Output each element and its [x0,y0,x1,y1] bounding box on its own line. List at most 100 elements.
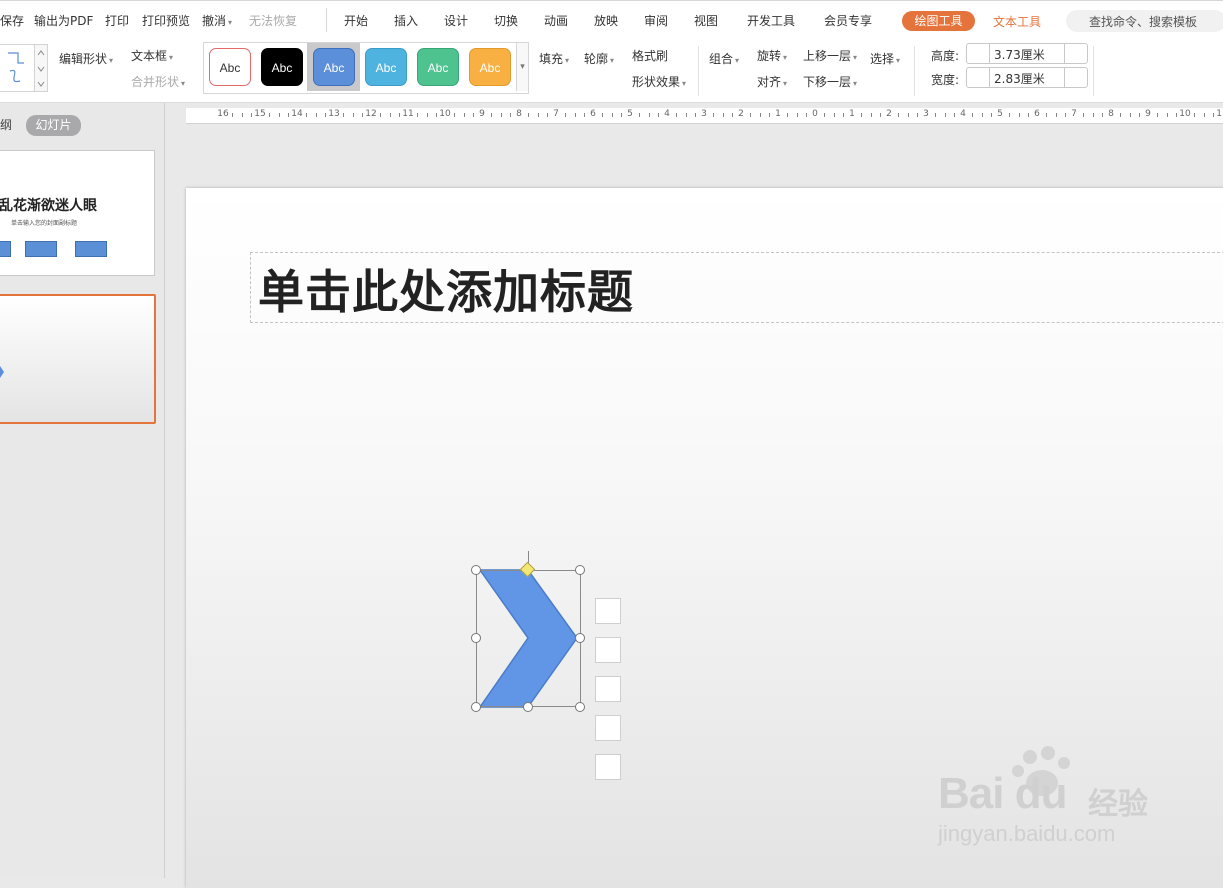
ruler-tick [352,113,354,117]
ruler-label: 3 [923,109,929,119]
quick-action-button[interactable] [595,637,621,663]
ruler-tick [768,113,770,117]
resize-handle-top-left[interactable] [471,565,481,575]
height-increment[interactable] [1064,44,1065,63]
ruler-tick [870,113,872,117]
ruler-tick [398,113,400,117]
tab-view[interactable]: 视图 [694,13,718,29]
ruler-tick [731,113,733,117]
style-preset-2[interactable]: Abc [261,48,303,86]
ruler-label: 9 [479,109,485,119]
tab-member[interactable]: 会员专享 [824,13,872,29]
edit-shape-button[interactable]: 编辑形状 ▾ [59,50,113,67]
watermark-jingyan: 经验 [1088,787,1148,822]
ruler-tick [546,113,548,117]
thumbnail-3d-box [25,241,57,257]
format-painter-button[interactable]: 格式刷 [632,47,668,64]
group-button[interactable]: 组合 ▾ [709,50,739,67]
tab-slides[interactable]: 幻灯片 [26,115,81,136]
export-pdf-button[interactable]: 输出为PDF [34,13,93,29]
redo-button[interactable]: 无法恢复 [249,13,297,29]
tab-home[interactable]: 开始 [344,13,368,29]
ruler-tick [676,113,678,117]
tab-text-tools[interactable]: 文本工具 [993,13,1041,30]
ruler-tick [1083,113,1085,117]
tab-review[interactable]: 审阅 [644,13,668,29]
send-backward-button[interactable]: 下移一层 ▾ [803,73,857,90]
ruler-tick [583,113,585,117]
resize-handle-left[interactable] [471,633,481,643]
merge-shape-button[interactable]: 合并形状 ▾ [131,73,185,90]
horizontal-ruler[interactable]: 1615141312111098765432101234567891011 [186,108,1223,124]
print-preview-button[interactable]: 打印预览 [142,13,190,29]
quick-action-button[interactable] [595,676,621,702]
quick-action-button[interactable] [595,715,621,741]
outline-button[interactable]: 轮廓 ▾ [584,50,614,67]
tab-animation[interactable]: 动画 [544,13,568,29]
gallery-more-icon[interactable]: ▾ [516,43,528,91]
bring-forward-button[interactable]: 上移一层 ▾ [803,47,857,64]
width-increment[interactable] [1064,68,1065,87]
ruler-tick [1120,113,1122,117]
width-decrement[interactable] [989,68,990,87]
tab-design[interactable]: 设计 [444,13,468,29]
ruler-label: 1 [849,109,855,119]
resize-handle-bottom-left[interactable] [471,702,481,712]
chevron-down-icon: ▾ [228,18,233,27]
ruler-label: 4 [664,109,670,119]
ruler-tick [472,113,474,117]
ruler-tick [1101,113,1103,117]
fill-button[interactable]: 填充 ▾ [539,50,569,67]
shape-gallery-scroll[interactable] [34,44,48,92]
style-preset-1[interactable]: Abc [209,48,251,86]
quick-action-button[interactable] [595,598,621,624]
tab-drawing-tools[interactable]: 绘图工具 [902,11,975,31]
resize-handle-right[interactable] [575,633,585,643]
ruler-tick [1009,113,1011,117]
slide-thumbnail-1[interactable]: 乱花渐欲迷人眼 单击输入您的封面副标题 [0,150,155,276]
shape-gallery-mini[interactable] [0,44,35,92]
thumbnail-chevron-shape [0,366,4,378]
ruler-tick [1175,113,1177,117]
style-preset-5[interactable]: Abc [417,48,459,86]
chevron-down-icon: ▾ [682,79,687,88]
undo-button[interactable]: 撤消 ▾ [202,13,232,29]
resize-handle-top-right[interactable] [575,565,585,575]
tab-transition[interactable]: 切换 [494,13,518,29]
style-preset-3[interactable]: Abc [313,48,355,86]
ruler-label: 11 [402,109,414,119]
chevron-down-icon: ▾ [565,56,570,65]
chevron-down-icon: ▾ [896,56,901,65]
rotate-button[interactable]: 旋转 ▾ [757,47,787,64]
ruler-tick [685,113,687,117]
ruler-tick [232,113,234,117]
ruler-tick [1055,113,1057,117]
tab-developer[interactable]: 开发工具 [747,13,795,29]
align-button[interactable]: 对齐 ▾ [757,73,787,90]
style-preset-4[interactable]: Abc [365,48,407,86]
tab-slideshow[interactable]: 放映 [594,13,618,29]
ruler-tick [1203,113,1205,117]
height-field[interactable]: 3.73厘米 [966,43,1088,64]
height-decrement[interactable] [989,44,990,63]
width-field[interactable]: 2.83厘米 [966,67,1088,88]
style-preset-6[interactable]: Abc [469,48,511,86]
slide-thumbnail-2[interactable] [0,294,156,424]
ruler-tick [306,113,308,117]
print-button[interactable]: 打印 [105,13,129,29]
ruler-tick [953,113,955,117]
save-button[interactable]: 保存 [0,13,24,29]
quick-action-button[interactable] [595,754,621,780]
tab-outline[interactable]: 纲 [0,116,12,133]
resize-handle-bottom[interactable] [523,702,533,712]
shape-effects-button[interactable]: 形状效果 ▾ [632,73,686,90]
select-button[interactable]: 选择 ▾ [870,50,900,67]
text-box-button[interactable]: 文本框 ▾ [131,47,173,64]
ruler-tick [315,113,317,117]
tab-insert[interactable]: 插入 [394,13,418,29]
resize-handle-bottom-right[interactable] [575,702,585,712]
title-placeholder-text[interactable]: 单击此处添加标题 [258,256,634,322]
connector-shapes-icon [8,52,24,83]
fill-label: 填充 [539,52,564,66]
ruler-tick [1212,113,1214,117]
